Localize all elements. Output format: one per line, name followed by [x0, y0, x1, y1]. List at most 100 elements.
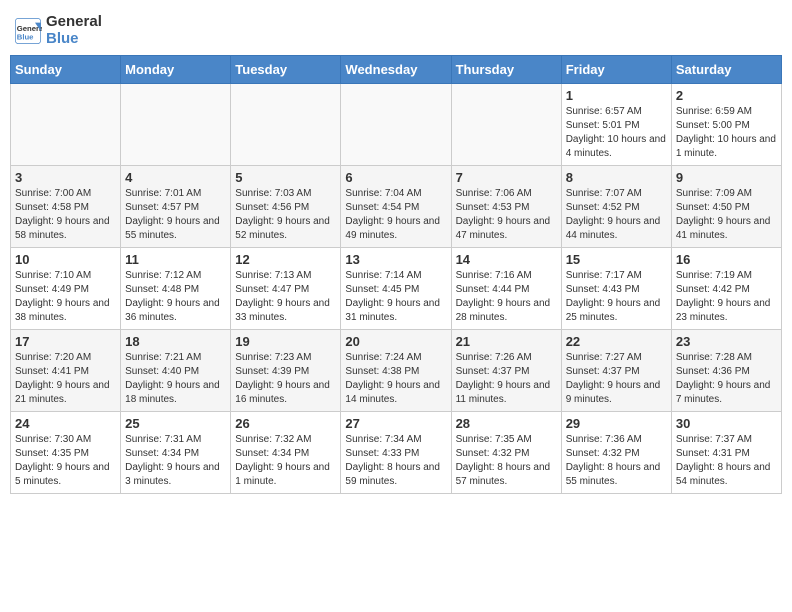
- day-number: 15: [566, 252, 667, 267]
- day-info: Sunrise: 7:27 AM Sunset: 4:37 PM Dayligh…: [566, 351, 667, 407]
- calendar-cell: 28Sunrise: 7:35 AM Sunset: 4:32 PM Dayli…: [451, 412, 561, 494]
- day-header-friday: Friday: [561, 56, 671, 84]
- calendar-cell: [121, 84, 231, 166]
- calendar-cell: 2 Sunrise: 6:59 AM Sunset: 5:00 PM Daylig…: [671, 84, 781, 166]
- day-info: Sunrise: 7:12 AM Sunset: 4:48 PM Dayligh…: [125, 269, 226, 325]
- day-info: Sunrise: 7:13 AM Sunset: 4:47 PM Dayligh…: [235, 269, 336, 325]
- day-number: 22: [566, 334, 667, 349]
- day-info: Sunrise: 7:06 AM Sunset: 4:53 PM Dayligh…: [456, 187, 557, 243]
- day-number: 6: [345, 170, 446, 185]
- day-header-wednesday: Wednesday: [341, 56, 451, 84]
- day-header-sunday: Sunday: [11, 56, 121, 84]
- calendar-cell: 30 Sunrise: 7:37 AM Sunset: 4:31 PM Dayli…: [671, 412, 781, 494]
- day-number: 7: [456, 170, 557, 185]
- day-number: 14: [456, 252, 557, 267]
- calendar-cell: 13 Sunrise: 7:14 AM Sunset: 4:45 PM Dayli…: [341, 248, 451, 330]
- day-number: 19: [235, 334, 336, 349]
- calendar-cell: 23 Sunrise: 7:28 AM Sunset: 4:36 PM Dayli…: [671, 330, 781, 412]
- day-number: 18: [125, 334, 226, 349]
- calendar-cell: 24 Sunrise: 7:30 AM Sunset: 4:35 PM Dayli…: [11, 412, 121, 494]
- day-info: Sunrise: 7:01 AM Sunset: 4:57 PM Dayligh…: [125, 187, 226, 243]
- day-number: 13: [345, 252, 446, 267]
- day-header-tuesday: Tuesday: [231, 56, 341, 84]
- calendar-week-row: 24 Sunrise: 7:30 AM Sunset: 4:35 PM Dayli…: [11, 412, 782, 494]
- day-info: Sunrise: 7:36 AM Sunset: 4:32 PM Dayligh…: [566, 433, 667, 489]
- calendar-cell: 4 Sunrise: 7:01 AM Sunset: 4:57 PM Daylig…: [121, 166, 231, 248]
- calendar-cell: 16 Sunrise: 7:19 AM Sunset: 4:42 PM Dayli…: [671, 248, 781, 330]
- day-info: Sunrise: 6:57 AM Sunset: 5:01 PM Dayligh…: [566, 105, 667, 161]
- calendar-cell: 26 Sunrise: 7:32 AM Sunset: 4:34 PM Dayli…: [231, 412, 341, 494]
- day-number: 3: [15, 170, 116, 185]
- calendar-week-row: 1 Sunrise: 6:57 AM Sunset: 5:01 PM Daylig…: [11, 84, 782, 166]
- calendar-cell: 12Sunrise: 7:13 AM Sunset: 4:47 PM Dayli…: [231, 248, 341, 330]
- day-info: Sunrise: 7:30 AM Sunset: 4:35 PM Dayligh…: [15, 433, 116, 489]
- day-number: 23: [676, 334, 777, 349]
- day-number: 8: [566, 170, 667, 185]
- calendar-cell: 5 Sunrise: 7:03 AM Sunset: 4:56 PM Daylig…: [231, 166, 341, 248]
- calendar-cell: [341, 84, 451, 166]
- day-info: Sunrise: 7:26 AM Sunset: 4:37 PM Dayligh…: [456, 351, 557, 407]
- day-info: Sunrise: 7:10 AM Sunset: 4:49 PM Dayligh…: [15, 269, 116, 325]
- logo-text-line1: General: [46, 14, 102, 31]
- day-info: Sunrise: 7:37 AM Sunset: 4:31 PM Dayligh…: [676, 433, 777, 489]
- day-info: Sunrise: 7:19 AM Sunset: 4:42 PM Dayligh…: [676, 269, 777, 325]
- day-number: 5: [235, 170, 336, 185]
- logo: General Blue General Blue: [14, 14, 102, 47]
- calendar-week-row: 17Sunrise: 7:20 AM Sunset: 4:41 PM Dayli…: [11, 330, 782, 412]
- day-info: Sunrise: 7:03 AM Sunset: 4:56 PM Dayligh…: [235, 187, 336, 243]
- day-info: Sunrise: 7:14 AM Sunset: 4:45 PM Dayligh…: [345, 269, 446, 325]
- calendar-cell: 10 Sunrise: 7:10 AM Sunset: 4:49 PM Dayli…: [11, 248, 121, 330]
- day-header-thursday: Thursday: [451, 56, 561, 84]
- day-header-saturday: Saturday: [671, 56, 781, 84]
- calendar-cell: 9Sunrise: 7:09 AM Sunset: 4:50 PM Daylig…: [671, 166, 781, 248]
- calendar-cell: 29 Sunrise: 7:36 AM Sunset: 4:32 PM Dayli…: [561, 412, 671, 494]
- day-info: Sunrise: 7:07 AM Sunset: 4:52 PM Dayligh…: [566, 187, 667, 243]
- calendar-cell: 7 Sunrise: 7:06 AM Sunset: 4:53 PM Daylig…: [451, 166, 561, 248]
- day-info: Sunrise: 7:09 AM Sunset: 4:50 PM Dayligh…: [676, 187, 777, 243]
- calendar-cell: 15Sunrise: 7:17 AM Sunset: 4:43 PM Dayli…: [561, 248, 671, 330]
- day-number: 16: [676, 252, 777, 267]
- calendar-table: SundayMondayTuesdayWednesdayThursdayFrid…: [10, 55, 782, 494]
- day-info: Sunrise: 7:28 AM Sunset: 4:36 PM Dayligh…: [676, 351, 777, 407]
- day-info: Sunrise: 7:34 AM Sunset: 4:33 PM Dayligh…: [345, 433, 446, 489]
- logo-text-line2: Blue: [46, 31, 102, 48]
- calendar-cell: [231, 84, 341, 166]
- calendar-cell: 21 Sunrise: 7:26 AM Sunset: 4:37 PM Dayli…: [451, 330, 561, 412]
- svg-text:Blue: Blue: [17, 32, 34, 41]
- day-number: 29: [566, 416, 667, 431]
- page-header: General Blue General Blue: [10, 10, 782, 47]
- calendar-cell: 11 Sunrise: 7:12 AM Sunset: 4:48 PM Dayli…: [121, 248, 231, 330]
- day-number: 24: [15, 416, 116, 431]
- day-number: 10: [15, 252, 116, 267]
- calendar-week-row: 3Sunrise: 7:00 AM Sunset: 4:58 PM Daylig…: [11, 166, 782, 248]
- calendar-cell: 14Sunrise: 7:16 AM Sunset: 4:44 PM Dayli…: [451, 248, 561, 330]
- calendar-cell: 20Sunrise: 7:24 AM Sunset: 4:38 PM Dayli…: [341, 330, 451, 412]
- day-info: Sunrise: 6:59 AM Sunset: 5:00 PM Dayligh…: [676, 105, 777, 161]
- day-info: Sunrise: 7:32 AM Sunset: 4:34 PM Dayligh…: [235, 433, 336, 489]
- calendar-cell: 18Sunrise: 7:21 AM Sunset: 4:40 PM Dayli…: [121, 330, 231, 412]
- day-number: 25: [125, 416, 226, 431]
- day-info: Sunrise: 7:31 AM Sunset: 4:34 PM Dayligh…: [125, 433, 226, 489]
- day-number: 26: [235, 416, 336, 431]
- day-info: Sunrise: 7:23 AM Sunset: 4:39 PM Dayligh…: [235, 351, 336, 407]
- calendar-header-row: SundayMondayTuesdayWednesdayThursdayFrid…: [11, 56, 782, 84]
- calendar-cell: 22 Sunrise: 7:27 AM Sunset: 4:37 PM Dayli…: [561, 330, 671, 412]
- day-number: 4: [125, 170, 226, 185]
- calendar-cell: [11, 84, 121, 166]
- calendar-cell: 27 Sunrise: 7:34 AM Sunset: 4:33 PM Dayli…: [341, 412, 451, 494]
- day-number: 21: [456, 334, 557, 349]
- calendar-cell: 19 Sunrise: 7:23 AM Sunset: 4:39 PM Dayli…: [231, 330, 341, 412]
- day-number: 30: [676, 416, 777, 431]
- calendar-cell: [451, 84, 561, 166]
- day-number: 2: [676, 88, 777, 103]
- day-number: 11: [125, 252, 226, 267]
- day-info: Sunrise: 7:20 AM Sunset: 4:41 PM Dayligh…: [15, 351, 116, 407]
- calendar-cell: 25 Sunrise: 7:31 AM Sunset: 4:34 PM Dayli…: [121, 412, 231, 494]
- calendar-cell: 8 Sunrise: 7:07 AM Sunset: 4:52 PM Daylig…: [561, 166, 671, 248]
- day-header-monday: Monday: [121, 56, 231, 84]
- calendar-cell: 1 Sunrise: 6:57 AM Sunset: 5:01 PM Daylig…: [561, 84, 671, 166]
- day-number: 27: [345, 416, 446, 431]
- logo-icon: General Blue: [14, 17, 42, 45]
- day-number: 1: [566, 88, 667, 103]
- calendar-week-row: 10 Sunrise: 7:10 AM Sunset: 4:49 PM Dayli…: [11, 248, 782, 330]
